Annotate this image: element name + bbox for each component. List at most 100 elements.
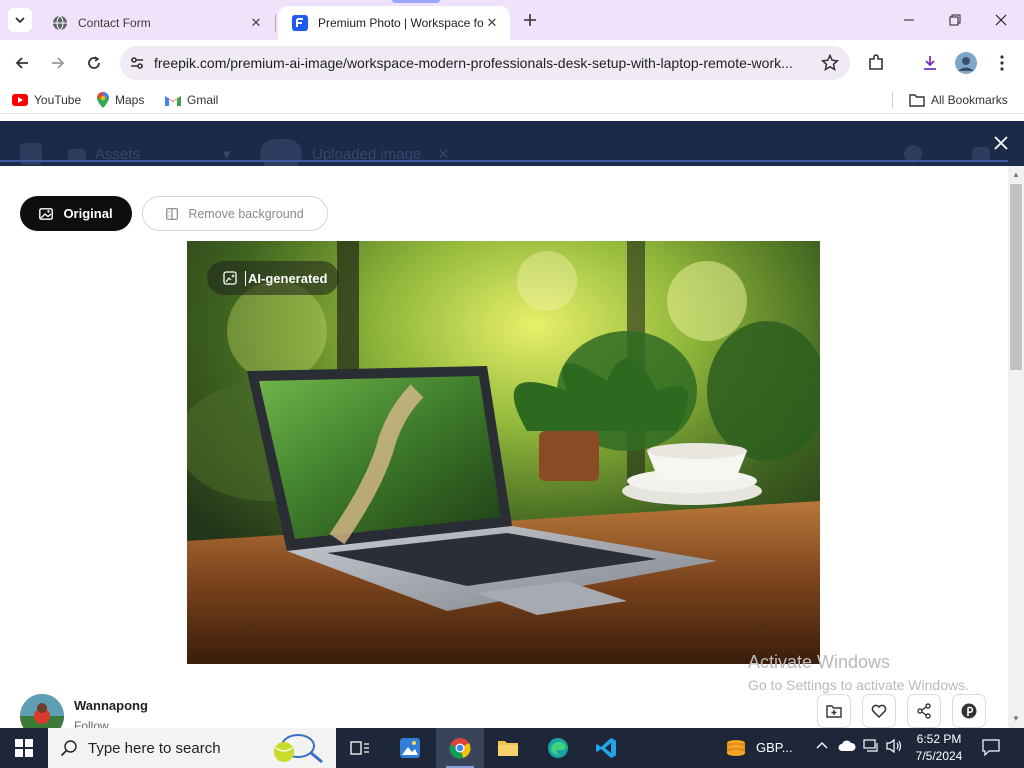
site-info-icon[interactable] xyxy=(120,55,154,71)
start-button[interactable] xyxy=(0,728,48,768)
page-scrollbar[interactable]: ▲ ▼ xyxy=(1008,166,1024,728)
bookmark-maps[interactable]: Maps xyxy=(97,91,144,109)
clock-time: 6:52 PM xyxy=(916,732,962,746)
tray-overflow-icon[interactable] xyxy=(815,738,829,755)
author-avatar[interactable] xyxy=(20,694,64,728)
bookmarks-bar: YouTube Maps Gmail All Bookmarks xyxy=(0,86,1024,114)
profile-avatar[interactable] xyxy=(952,49,980,77)
taskbar-vscode[interactable] xyxy=(582,728,630,768)
download-icon xyxy=(924,56,936,70)
downloads-button[interactable] xyxy=(916,49,944,77)
more-vertical-icon xyxy=(1000,55,1004,71)
folder-icon xyxy=(909,93,925,107)
tab-title: Premium Photo | Workspace for xyxy=(318,16,484,30)
folder-icon xyxy=(498,741,518,756)
reload-button[interactable] xyxy=(80,49,108,77)
bookmark-gmail[interactable]: Gmail xyxy=(165,91,218,109)
task-view-button[interactable] xyxy=(336,728,384,768)
follow-link[interactable]: Follow xyxy=(74,719,109,728)
bookmark-star-icon[interactable] xyxy=(810,54,850,72)
tab-premium-photo[interactable]: Premium Photo | Workspace for ✕ xyxy=(278,6,510,40)
original-button[interactable]: Original xyxy=(20,196,132,231)
tab-contact-form[interactable]: Contact Form ✕ xyxy=(38,6,274,40)
remove-background-label: Remove background xyxy=(188,206,304,221)
preview-image: AI-generated xyxy=(187,241,820,664)
maps-icon xyxy=(97,92,109,108)
currency-widget-label[interactable]: GBP... xyxy=(756,740,793,755)
coins-icon xyxy=(727,740,745,756)
currency-widget-icon[interactable] xyxy=(712,728,760,768)
pinterest-button[interactable] xyxy=(952,694,986,728)
watermark-title: Activate Windows xyxy=(748,652,891,672)
all-bookmarks-button[interactable]: All Bookmarks xyxy=(909,91,1008,109)
minimize-icon xyxy=(904,19,914,21)
modal-close-button[interactable] xyxy=(990,132,1012,154)
edge-icon xyxy=(548,738,568,758)
system-clock[interactable]: 6:52 PM 7/5/2024 xyxy=(906,731,972,765)
network-icon[interactable] xyxy=(863,739,879,756)
remove-background-icon xyxy=(166,207,179,220)
like-button[interactable] xyxy=(862,694,896,728)
photos-icon xyxy=(400,738,420,758)
bookmark-youtube[interactable]: YouTube xyxy=(12,91,81,109)
heart-icon xyxy=(871,704,887,718)
restore-button[interactable] xyxy=(932,0,978,40)
taskbar-search-box[interactable]: Type here to search xyxy=(48,728,336,768)
browser-menu-button[interactable] xyxy=(988,49,1016,77)
author-photo xyxy=(20,694,64,728)
scroll-down-arrow[interactable]: ▼ xyxy=(1011,714,1021,724)
close-icon xyxy=(995,14,1007,26)
taskbar-edge-browser[interactable] xyxy=(534,728,582,768)
onedrive-icon[interactable] xyxy=(838,739,856,756)
globe-icon xyxy=(52,15,68,31)
remove-background-button[interactable]: Remove background xyxy=(142,196,328,231)
tab-separator xyxy=(275,14,276,32)
scrollbar-thumb[interactable] xyxy=(1010,184,1022,370)
share-button[interactable] xyxy=(907,694,941,728)
taskbar-file-explorer[interactable] xyxy=(484,728,532,768)
extensions-button[interactable] xyxy=(862,49,890,77)
tab-indicator xyxy=(392,0,440,3)
close-tab-icon[interactable]: ✕ xyxy=(248,15,264,31)
ai-image-icon xyxy=(223,271,237,285)
notifications-icon[interactable] xyxy=(982,738,1000,759)
scroll-up-arrow[interactable]: ▲ xyxy=(1011,170,1021,180)
volume-icon[interactable] xyxy=(886,738,904,757)
filter-icon xyxy=(972,147,990,161)
tab-search-button[interactable] xyxy=(8,8,32,32)
browser-toolbar: freepik.com/premium-ai-image/workspace-m… xyxy=(0,40,1024,86)
all-bookmarks-label: All Bookmarks xyxy=(931,93,1008,107)
minimize-button[interactable] xyxy=(886,0,932,40)
close-window-button[interactable] xyxy=(978,0,1024,40)
author-info[interactable]: Wannapong Follow xyxy=(20,694,148,728)
bookmark-label: YouTube xyxy=(34,93,82,107)
add-to-collection-button[interactable] xyxy=(817,694,851,728)
close-tab-icon[interactable]: ✕ xyxy=(484,15,500,31)
taskbar-chrome-app[interactable] xyxy=(436,728,484,768)
modal-top-border xyxy=(0,160,1008,162)
chrome-icon xyxy=(449,738,471,759)
chevron-down-icon xyxy=(15,17,25,24)
windows-taskbar: Type here to search GBP... 6:52 PM 7/5/2… xyxy=(0,728,1024,768)
tab-title: Contact Form xyxy=(78,16,151,30)
taskbar-search-placeholder: Type here to search xyxy=(88,739,221,757)
arrow-right-icon xyxy=(52,57,65,69)
vscode-icon xyxy=(596,738,616,758)
address-bar[interactable]: freepik.com/premium-ai-image/workspace-m… xyxy=(120,46,850,80)
forward-button[interactable] xyxy=(44,49,72,77)
youtube-icon xyxy=(12,94,28,106)
author-name[interactable]: Wannapong xyxy=(74,698,148,713)
bookmark-label: Maps xyxy=(115,93,145,107)
image-icon xyxy=(39,207,54,220)
add-to-collection-icon xyxy=(826,705,842,718)
original-label: Original xyxy=(63,206,113,221)
taskbar-photos-app[interactable] xyxy=(386,728,434,768)
reload-icon xyxy=(88,56,100,69)
url-text[interactable]: freepik.com/premium-ai-image/workspace-m… xyxy=(154,55,810,71)
pinterest-icon xyxy=(961,703,977,719)
ai-generated-label: AI-generated xyxy=(248,270,328,286)
search-icon xyxy=(60,740,77,757)
ai-generated-badge: AI-generated xyxy=(207,261,340,295)
back-button[interactable] xyxy=(8,49,36,77)
new-tab-button[interactable] xyxy=(518,8,542,32)
